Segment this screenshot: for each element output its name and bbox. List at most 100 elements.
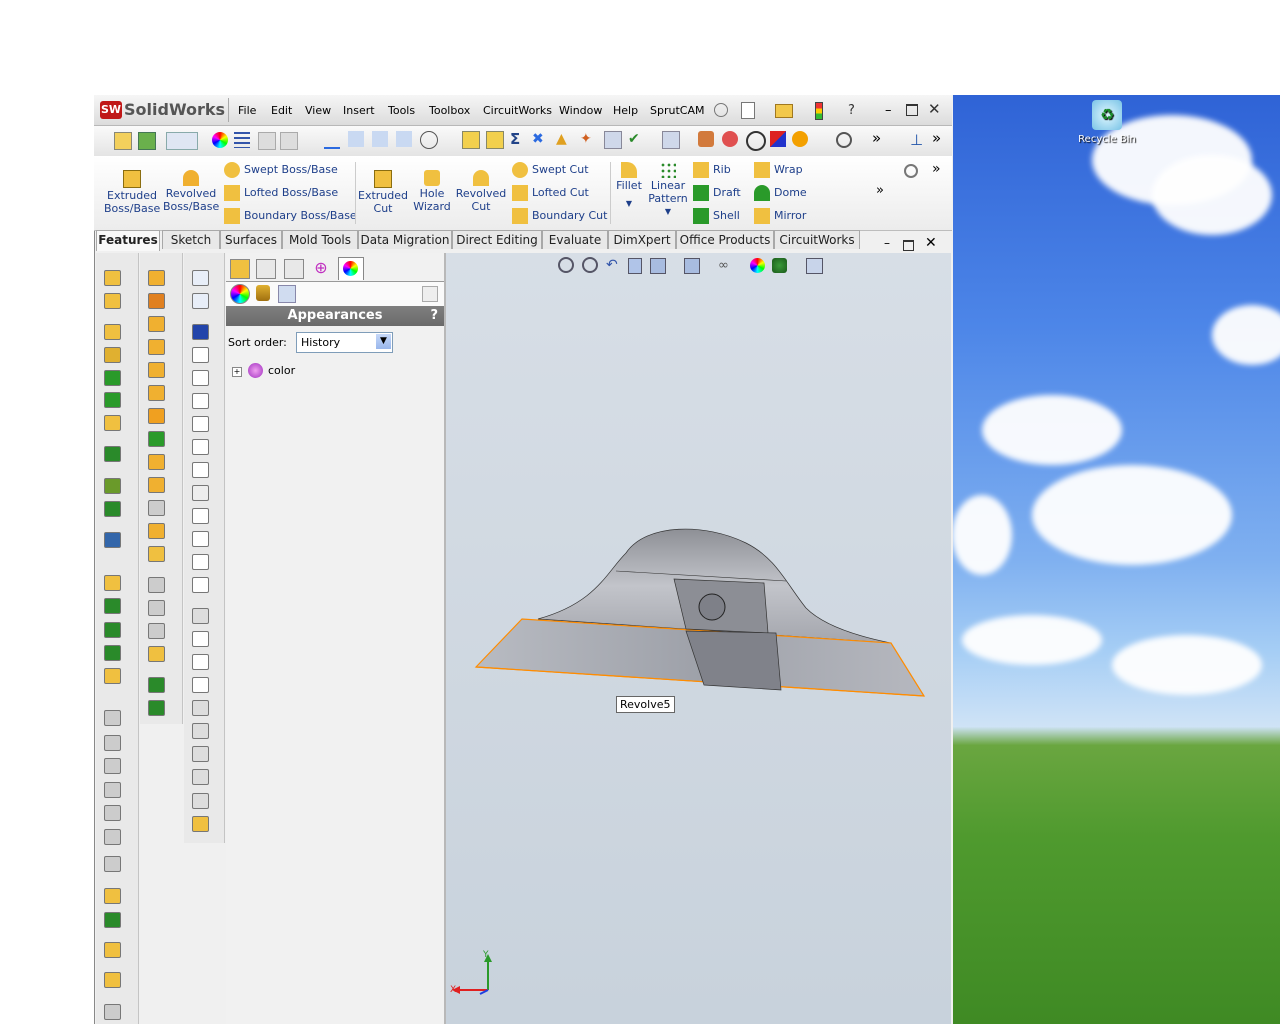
minimize-icon[interactable]: – [885, 103, 892, 118]
paste-icon[interactable] [280, 132, 298, 150]
section-icon[interactable] [396, 131, 412, 147]
check2-icon[interactable] [486, 131, 504, 149]
tab-sketch[interactable]: Sketch [162, 230, 220, 249]
sketch-tool-24-icon[interactable] [192, 816, 209, 832]
feature-tool-15-icon[interactable] [104, 645, 121, 661]
sketch-tool-11-icon[interactable] [192, 508, 209, 524]
mirror-icon[interactable]: ✦ [580, 131, 596, 147]
feature-tool-21-icon[interactable] [104, 805, 121, 821]
boss-tool-1-icon[interactable] [148, 270, 165, 286]
sum-icon[interactable]: Σ [510, 131, 526, 147]
sketch-tool-10-icon[interactable] [192, 485, 209, 501]
feature-tool-3-icon[interactable] [104, 324, 121, 340]
new-document-icon[interactable] [741, 102, 755, 119]
extruded-boss-button[interactable]: Extruded Boss/Base [104, 170, 160, 215]
tab-features[interactable]: Features [96, 230, 160, 251]
doc-restore-icon[interactable] [903, 240, 914, 251]
feature-tool-27-icon[interactable] [104, 972, 121, 988]
tab-direct-editing[interactable]: Direct Editing [452, 230, 542, 249]
color-ball-icon[interactable] [230, 284, 250, 304]
tab-surfaces[interactable]: Surfaces [220, 230, 282, 249]
tab-evaluate[interactable]: Evaluate [542, 230, 608, 249]
command-more-icon[interactable]: » [876, 183, 884, 198]
menu-insert[interactable]: Insert [343, 104, 375, 117]
doc-close-icon[interactable]: ✕ [925, 235, 937, 251]
check-icon[interactable] [462, 131, 480, 149]
grid-icon[interactable] [604, 131, 622, 149]
sketch-tool-4-icon[interactable] [192, 347, 209, 363]
feature-tool-24-icon[interactable] [104, 888, 121, 904]
database-icon[interactable] [256, 285, 270, 301]
menu-sprutcam[interactable]: SprutCAM [650, 104, 704, 117]
options-icon[interactable] [138, 132, 156, 150]
menu-toolbox[interactable]: Toolbox [429, 104, 470, 117]
sketch-tool-15-icon[interactable] [192, 608, 209, 624]
mass-properties-icon[interactable] [372, 131, 388, 147]
expand-icon[interactable]: » [932, 161, 941, 177]
boss-tool-6-icon[interactable] [148, 385, 165, 401]
sketch-tool-6-icon[interactable] [192, 393, 209, 409]
boss-tool-12-icon[interactable] [148, 523, 165, 539]
tab-data-migration[interactable]: Data Migration [358, 230, 452, 249]
select-icon[interactable] [166, 132, 198, 150]
help-icon[interactable]: ? [848, 103, 855, 118]
sketch-tool-19-icon[interactable] [192, 700, 209, 716]
tab-mold-tools[interactable]: Mold Tools [282, 230, 358, 249]
sketch-tool-16-icon[interactable] [192, 631, 209, 647]
feature-tool-22-icon[interactable] [104, 829, 121, 845]
more2-icon[interactable]: » [932, 129, 941, 147]
feature-tool-12-icon[interactable] [104, 575, 121, 591]
sketch-tool-13-icon[interactable] [192, 554, 209, 570]
boundary-cut-button[interactable]: Boundary Cut [512, 208, 607, 224]
feature-tool-23-icon[interactable] [104, 856, 121, 872]
property-tab-icon[interactable] [256, 259, 276, 279]
sketch-tool-7-icon[interactable] [192, 416, 209, 432]
boss-tool-8-icon[interactable] [148, 431, 165, 447]
boss-tool-13-icon[interactable] [148, 546, 165, 562]
pin-icon[interactable] [714, 103, 728, 117]
rib-button[interactable]: Rib [693, 162, 731, 178]
feature-tool-10-icon[interactable] [104, 501, 121, 517]
sort-order-select[interactable]: History ▼ [296, 332, 393, 353]
feature-tool-1-icon[interactable] [104, 270, 121, 286]
hole-wizard-button[interactable]: Hole Wizard [410, 170, 454, 213]
doc-minimize-icon[interactable]: – [884, 236, 890, 250]
wrap-button[interactable]: Wrap [754, 162, 803, 178]
draft-button[interactable]: Draft [693, 185, 741, 201]
model-view[interactable] [446, 253, 951, 1024]
traffic-light-icon[interactable] [815, 102, 823, 120]
menu-tools[interactable]: Tools [388, 104, 415, 117]
feature-tool-7-icon[interactable] [104, 415, 121, 431]
feature-tool-11-icon[interactable] [104, 532, 121, 548]
sketch-tool-3-icon[interactable] [192, 324, 209, 340]
recycle-bin[interactable]: ♻ Recycle Bin [1077, 100, 1137, 145]
boss-tool-4-icon[interactable] [148, 339, 165, 355]
revolved-cut-button[interactable]: Revolved Cut [455, 170, 507, 213]
zoom-icon[interactable] [836, 132, 852, 148]
hole[interactable] [698, 593, 726, 621]
pattern-dropdown-icon[interactable]: ▼ [648, 205, 688, 218]
render-icon[interactable] [792, 131, 808, 147]
menu-help[interactable]: Help [613, 104, 638, 117]
boss-tool-14-icon[interactable] [148, 577, 165, 593]
menu-circuitworks[interactable]: CircuitWorks [483, 104, 552, 117]
extruded-cut-button[interactable]: Extruded Cut [358, 170, 408, 215]
appearances-help-button[interactable]: ? [430, 306, 438, 326]
lofted-boss-button[interactable]: Lofted Boss/Base [224, 185, 338, 201]
sketch-tool-20-icon[interactable] [192, 723, 209, 739]
triad-icon[interactable]: ⊥ [910, 131, 923, 149]
search-icon[interactable] [904, 164, 918, 178]
sketch-tool-2-icon[interactable] [192, 293, 209, 309]
checkmark-icon[interactable] [746, 131, 766, 151]
feature-tool-20-icon[interactable] [104, 782, 121, 798]
list-icon[interactable] [234, 132, 250, 148]
add-icon[interactable]: ✔ [628, 131, 644, 147]
linear-pattern-button[interactable]: Linear Pattern ▼ [648, 162, 688, 218]
fillet-button[interactable]: Fillet ▼ [614, 162, 644, 210]
sketch-tool-1-icon[interactable] [192, 270, 209, 286]
feature-tool-4-icon[interactable] [104, 347, 121, 363]
motion-icon[interactable] [698, 131, 714, 147]
sketch-tool-18-icon[interactable] [192, 677, 209, 693]
spelling-icon[interactable] [324, 131, 340, 149]
feature-tool-28-icon[interactable] [104, 1004, 121, 1020]
